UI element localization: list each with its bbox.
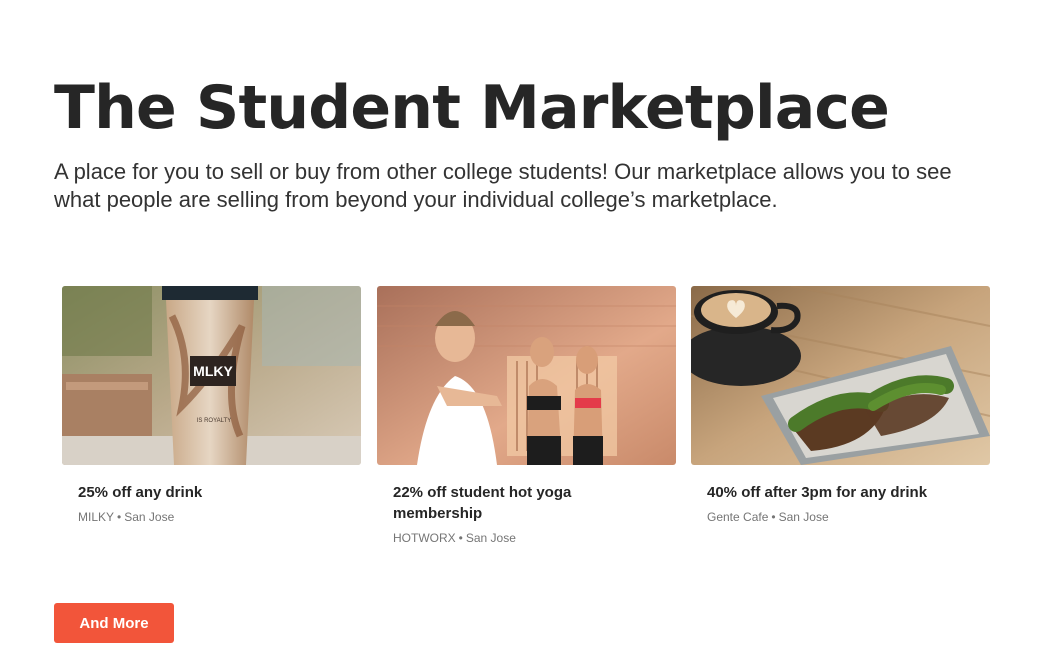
deal-title[interactable]: 40% off after 3pm for any drink: [707, 482, 974, 503]
marketplace-page: The Student Marketplace A place for you …: [0, 0, 1038, 668]
deal-card-hotworx[interactable]: 22% off student hot yoga membership HOTW…: [377, 286, 676, 546]
page-title: The Student Marketplace: [54, 73, 890, 143]
deal-meta: HOTWORX • San Jose: [393, 530, 660, 546]
cup-tagline-text: IS ROYALTY: [197, 418, 231, 424]
deal-location: San Jose: [778, 510, 829, 524]
separator-dot: •: [117, 510, 122, 524]
deal-vendor: Gente Cafe: [707, 510, 769, 524]
yoga-photo: [377, 286, 676, 465]
deal-photo-cafe[interactable]: [691, 286, 990, 465]
deal-photo-drink[interactable]: MLKY IS ROYALTY: [62, 286, 361, 465]
cup-logo-text: MLKY: [193, 363, 233, 379]
deal-meta: MILKY • San Jose: [78, 509, 345, 525]
deal-location: San Jose: [124, 510, 175, 524]
deal-card-milky[interactable]: MLKY IS ROYALTY 25% off any drink MILKY •…: [62, 286, 361, 525]
deal-location: San Jose: [465, 531, 516, 545]
and-more-button[interactable]: And More: [54, 603, 174, 643]
separator-dot: •: [771, 510, 776, 524]
deal-title[interactable]: 22% off student hot yoga membership: [393, 482, 660, 524]
page-subtitle: A place for you to sell or buy from othe…: [54, 159, 952, 212]
separator-dot: •: [458, 531, 463, 545]
drink-photo: MLKY IS ROYALTY: [62, 286, 361, 465]
cafe-photo: [691, 286, 990, 465]
deal-vendor: MILKY: [78, 510, 115, 524]
deal-photo-yoga[interactable]: [377, 286, 676, 465]
deal-title[interactable]: 25% off any drink: [78, 482, 345, 503]
deal-card-gente-cafe[interactable]: 40% off after 3pm for any drink Gente Ca…: [691, 286, 990, 525]
deal-meta: Gente Cafe • San Jose: [707, 509, 974, 525]
deal-vendor: HOTWORX: [393, 531, 456, 545]
